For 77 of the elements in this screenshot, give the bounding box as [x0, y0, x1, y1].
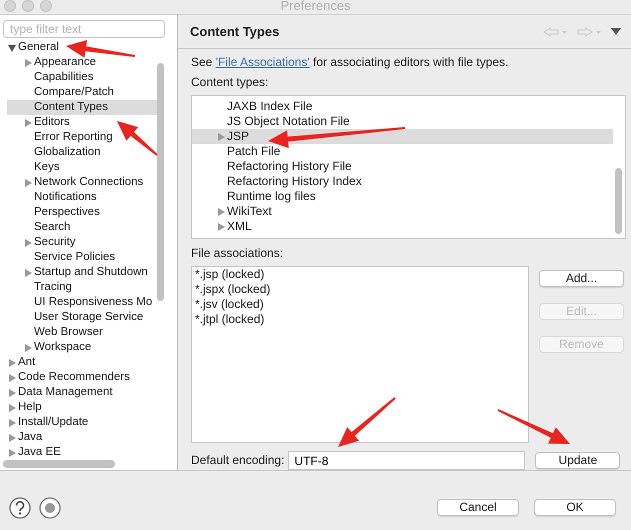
tree-item[interactable]: Notifications — [7, 190, 157, 205]
tree-item[interactable]: Perspectives — [7, 205, 157, 220]
tree-item[interactable]: Web Browser — [7, 325, 157, 340]
tree-item[interactable]: General — [7, 40, 157, 55]
tree-item[interactable]: Data Management — [7, 385, 157, 400]
scrollbar-thumb[interactable] — [157, 63, 164, 301]
tree-item[interactable]: Workspace — [7, 340, 157, 355]
tree-item[interactable]: Code Recommenders — [7, 370, 157, 385]
collapsed-icon[interactable] — [24, 178, 32, 186]
expanded-icon[interactable] — [8, 44, 16, 52]
tree-item[interactable]: Keys — [7, 160, 157, 175]
collapsed-icon[interactable] — [24, 58, 32, 66]
intro-text: See 'File Associations' for associating editors with file types. — [191, 55, 510, 70]
tree-item[interactable]: Tracing — [7, 280, 157, 295]
tree-item[interactable]: Globalization — [7, 145, 157, 160]
scrollbar-thumb[interactable] — [3, 460, 115, 468]
tree-item[interactable]: Network Connections — [7, 175, 157, 190]
tree-item[interactable]: Java — [7, 430, 157, 445]
update-button[interactable]: Update — [535, 452, 620, 469]
action-button[interactable]: Add... — [539, 270, 624, 287]
encoding-label: Default encoding: — [191, 453, 284, 468]
file-associations-label: File associations: — [191, 246, 284, 261]
scrollbar-thumb[interactable] — [615, 168, 622, 234]
collapsed-icon[interactable] — [24, 268, 32, 276]
forward-icon[interactable] — [577, 26, 603, 36]
tree-item[interactable]: JS Object Notation File — [192, 114, 613, 129]
encoding-field[interactable]: UTF-8 — [288, 451, 526, 470]
tree-item[interactable]: Startup and Shutdown — [7, 265, 157, 280]
back-icon[interactable] — [543, 26, 569, 36]
tree-item[interactable]: User Storage Service — [7, 310, 157, 325]
annotation-arrow — [66, 40, 136, 58]
collapsed-icon[interactable] — [24, 238, 32, 246]
tree-item[interactable]: Service Policies — [7, 250, 157, 265]
annotation-arrow — [117, 121, 158, 156]
tree-item[interactable]: WikiText — [192, 204, 613, 219]
list-item[interactable]: *.jsv (locked) — [195, 297, 525, 312]
cancel-button[interactable]: Cancel — [437, 499, 519, 516]
tree-item[interactable]: Content Types — [7, 100, 157, 115]
content-types-label: Content types: — [191, 75, 270, 90]
close-icon[interactable] — [4, 0, 16, 12]
tree-item[interactable]: Error Reporting — [7, 130, 157, 145]
content-types-tree[interactable]: JAXB Index File JS Object Notation File JSP Patch File Refactoring History File Refactoring History Index Runtime log files WikiText XML — [191, 95, 626, 239]
file-associations-link[interactable]: 'File Associations' — [216, 55, 310, 69]
tree-item[interactable]: Capabilities — [7, 70, 157, 85]
file-associations-list[interactable]: *.jsp (locked) *.jspx (locked) *.jsv (locked) *.jtpl (locked) — [191, 266, 529, 443]
tree-item[interactable]: Refactoring History Index — [192, 174, 613, 189]
list-item[interactable]: *.jspx (locked) — [195, 282, 525, 297]
tree-item[interactable]: Java EE — [7, 445, 157, 460]
menu-icon[interactable] — [611, 28, 621, 35]
tree-item[interactable]: UI Responsiveness Mo — [7, 295, 157, 310]
help-icon[interactable] — [9, 496, 31, 518]
tree-item[interactable]: JAXB Index File — [192, 99, 613, 114]
filter-field[interactable]: type filter text — [3, 20, 165, 38]
tree-item[interactable]: Ant — [7, 355, 157, 370]
page-title: Content Types — [190, 24, 280, 39]
tree-item[interactable]: Install/Update — [7, 415, 157, 430]
tree-item[interactable]: Security — [7, 235, 157, 250]
list-item[interactable]: *.jtpl (locked) — [195, 312, 525, 327]
tree-item[interactable]: XML — [192, 219, 613, 234]
tree-item[interactable]: Editors — [7, 115, 157, 130]
annotation-arrow — [338, 397, 396, 447]
tree-item[interactable]: Appearance — [7, 55, 157, 70]
list-item[interactable]: *.jsp (locked) — [195, 267, 525, 282]
record-icon[interactable] — [39, 496, 61, 518]
tree-item[interactable]: Patch File — [192, 144, 613, 159]
zoom-icon[interactable] — [40, 0, 52, 12]
tree-item[interactable]: JSP — [192, 129, 613, 144]
minimize-icon[interactable] — [22, 0, 34, 12]
collapsed-icon[interactable] — [24, 118, 32, 126]
ok-button[interactable]: OK — [534, 499, 616, 516]
tree-item[interactable]: Search — [7, 220, 157, 235]
window-title: Preferences — [280, 0, 351, 13]
tree-item[interactable]: Help — [7, 400, 157, 415]
tree-item[interactable]: Compare/Patch — [7, 85, 157, 100]
tree-item[interactable]: Refactoring History File — [192, 159, 613, 174]
collapsed-icon[interactable] — [217, 132, 225, 140]
tree-item[interactable]: Runtime log files — [192, 189, 613, 204]
